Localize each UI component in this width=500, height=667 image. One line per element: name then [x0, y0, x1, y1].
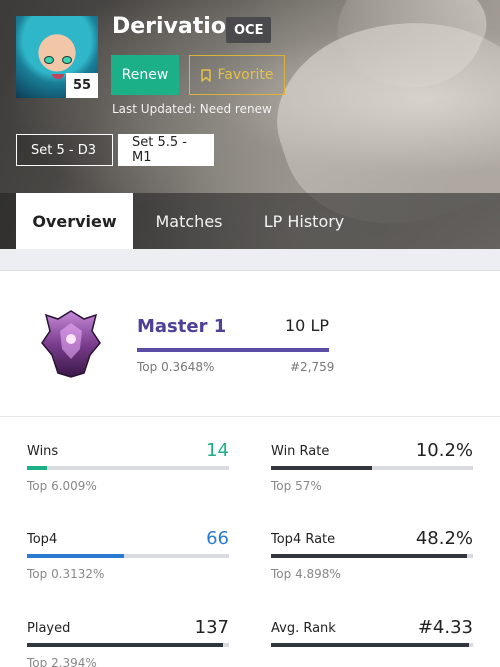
tab-overview[interactable]: Overview [16, 193, 133, 249]
stat-subtext: Top 0.3132% [27, 567, 105, 581]
tab-matches[interactable]: Matches [140, 193, 238, 249]
stat-bar [27, 466, 229, 470]
bookmark-icon [200, 68, 211, 82]
favorite-label: Favorite [217, 67, 274, 83]
rank-progress-bar [137, 348, 329, 352]
stat-subtext: Top 4.898% [271, 567, 341, 581]
stat-bar-fill [27, 466, 48, 470]
stat-bar [271, 643, 473, 647]
stat-value: 66 [206, 528, 229, 549]
stat-label: Avg. Rank [271, 621, 336, 636]
rank-summary: Master 1 10 LP Top 0.3648% #2,759 [0, 271, 500, 417]
stat-subtext: Top 57% [271, 479, 322, 493]
stat-label: Top4 Rate [271, 532, 336, 547]
lp-value: 10 LP [285, 316, 330, 335]
stat-value: 10.2% [415, 440, 473, 461]
avatar-mouth [52, 74, 64, 79]
stat-bar-fill [27, 554, 124, 558]
level-badge: 55 [66, 73, 98, 98]
stat-bar [27, 554, 229, 558]
stat-label: Win Rate [271, 444, 330, 459]
stat-bar-fill [271, 466, 372, 470]
stat-bar [27, 643, 229, 647]
stat-bar-fill [27, 643, 223, 647]
tier-name: Master 1 [137, 316, 227, 337]
region-badge: OCE [226, 17, 272, 43]
stat-label: Top4 [27, 532, 58, 547]
rank-number: #2,759 [290, 360, 335, 374]
stat-value: 14 [206, 440, 229, 461]
stat-value: 137 [194, 617, 229, 638]
stat-bar [271, 466, 473, 470]
stat-label: Played [27, 621, 71, 636]
stat-label: Wins [27, 444, 59, 459]
renew-button[interactable]: Renew [111, 55, 179, 95]
master-emblem-icon [40, 309, 102, 379]
stat-value: 48.2% [415, 528, 473, 549]
stat-subtext: Top 6.009% [27, 479, 97, 493]
avatar-eye [62, 56, 72, 64]
season-set5-5-button[interactable]: Set 5.5 - M1 [118, 134, 214, 166]
stat-bar [271, 554, 473, 558]
season-set5-button[interactable]: Set 5 - D3 [16, 134, 113, 166]
avatar-eye [44, 56, 54, 64]
rank-top-percent: Top 0.3648% [137, 360, 215, 374]
tab-lp-history[interactable]: LP History [252, 193, 356, 249]
stat-value: #4.33 [417, 617, 473, 638]
summoner-name: Derivation [112, 14, 242, 39]
stat-bar-fill [271, 643, 469, 647]
last-updated-text: Last Updated: Need renew [112, 102, 272, 116]
stat-subtext: Top 2.394% [27, 656, 97, 667]
stat-bar-fill [271, 554, 467, 558]
rank-card: Master 1 10 LP Top 0.3648% #2,759 Wins 1… [0, 270, 500, 667]
favorite-button[interactable]: Favorite [189, 55, 285, 95]
